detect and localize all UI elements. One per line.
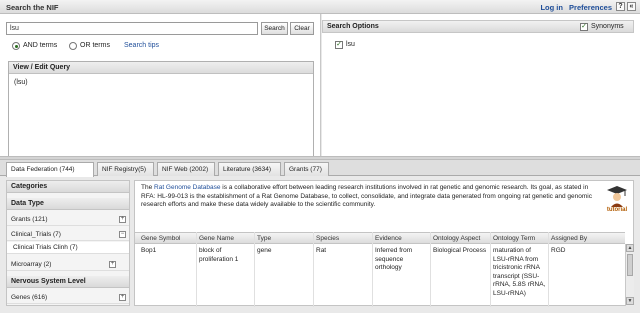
login-link[interactable]: Log in (540, 3, 563, 12)
cell-ontology-term: maturation of LSU-rRNA from tricistronic… (493, 247, 546, 297)
category-clinical-trials-sub-label: Clinical Trials Clinh (7) (13, 244, 78, 251)
result-tabs: Data Federation (744) NIF Registry(5) NI… (0, 160, 640, 177)
category-genes[interactable]: Genes (616) (7, 292, 129, 304)
source-description: The Rat Genome Database is a collaborati… (141, 184, 597, 210)
col-ontology-aspect[interactable]: Ontology Aspect (433, 235, 480, 242)
category-genes-label: Genes (616) (11, 294, 48, 301)
col-gene-name[interactable]: Gene Name (199, 235, 234, 242)
category-clinical-trials[interactable]: Clinical_Trials (7) (7, 229, 129, 241)
and-terms-label: AND terms (23, 42, 58, 49)
search-pane: lsu Search Clear AND terms OR terms Sear… (0, 14, 321, 163)
cell-assigned-by: RGD (551, 247, 566, 254)
category-grants[interactable]: Grants (121) (7, 214, 129, 226)
page-title: Search the NIF (6, 3, 59, 12)
term-label: lsu (346, 41, 355, 48)
nervous-system-heading: Nervous System Level (7, 276, 129, 288)
categories-title: Categories (7, 181, 129, 193)
tab-literature[interactable]: Literature (3634) (218, 162, 281, 176)
cell-species: Rat (316, 247, 327, 254)
or-terms-radio[interactable] (69, 42, 77, 50)
expand-icon[interactable]: + (119, 216, 126, 223)
column-divider (313, 232, 314, 307)
preferences-link[interactable]: Preferences (569, 3, 612, 12)
column-divider (254, 232, 255, 307)
help-icon[interactable]: ? (616, 2, 625, 11)
tab-data-federation[interactable]: Data Federation (744) (6, 162, 94, 177)
top-bar: Search the NIF Log in Preferences ? « (0, 0, 640, 14)
scroll-down-icon[interactable]: ▼ (626, 297, 634, 305)
view-edit-query-box: View / Edit Query (lsu) (8, 61, 314, 163)
category-clinical-trials-label: Clinical_Trials (7) (11, 231, 61, 238)
col-assigned-by[interactable]: Assigned By (551, 235, 587, 242)
categories-panel: Categories Data Type Grants (121) + Clin… (6, 180, 130, 306)
query-text[interactable]: (lsu) (14, 79, 28, 86)
tab-grants[interactable]: Grants (77) (284, 162, 329, 176)
tutorial-label: tutorial (606, 207, 628, 213)
tab-nif-registry[interactable]: NIF Registry(5) (97, 162, 154, 176)
results-panel: The Rat Genome Database is a collaborati… (134, 180, 634, 307)
collapse-icon[interactable]: « (627, 2, 636, 11)
col-evidence[interactable]: Evidence (375, 235, 402, 242)
expand-icon[interactable]: + (119, 294, 126, 301)
or-terms-label: OR terms (80, 42, 110, 49)
col-ontology-term[interactable]: Ontology Term (493, 235, 535, 242)
header-links: Log in Preferences (536, 3, 612, 12)
cell-type: gene (257, 247, 272, 254)
graduation-cap-icon (607, 186, 627, 207)
tab-nif-web[interactable]: NIF Web (2002) (157, 162, 215, 176)
col-gene-symbol[interactable]: Gene Symbol (141, 235, 180, 242)
search-options-title: Search Options (327, 23, 379, 30)
column-divider (372, 232, 373, 307)
synonyms-label: Synonyms (591, 23, 624, 30)
search-button[interactable]: Search (261, 22, 288, 35)
cell-ontology-aspect: Biological Process (433, 247, 487, 254)
synonyms-checkbox[interactable]: ✓ (580, 23, 588, 31)
category-grants-label: Grants (121) (11, 216, 48, 223)
column-divider (430, 232, 431, 307)
expand-icon[interactable]: + (109, 261, 116, 268)
clear-button[interactable]: Clear (290, 22, 314, 35)
term-checkbox[interactable]: ✓ (335, 41, 343, 49)
and-terms-radio[interactable] (12, 42, 20, 50)
tutorial-button[interactable]: tutorial (603, 183, 631, 215)
scroll-thumb[interactable] (627, 254, 633, 276)
category-microarray-label: Microarray (2) (11, 261, 52, 268)
cell-evidence: Inferred from sequence orthology (375, 247, 413, 271)
category-clinical-trials-sub[interactable]: Clinical Trials Clinh (7) (7, 242, 129, 254)
cell-gene-name: block of proliferation 1 (199, 247, 239, 263)
view-edit-query-title: View / Edit Query (9, 62, 313, 74)
results-table-header: Gene Symbol Gene Name Type Species Evide… (135, 232, 625, 244)
collapse-icon[interactable]: − (119, 231, 126, 238)
intro-prefix: The (141, 184, 155, 191)
column-divider (196, 232, 197, 307)
scroll-up-icon[interactable]: ▲ (626, 244, 634, 252)
col-species[interactable]: Species (316, 235, 339, 242)
cell-gene-symbol[interactable]: Bop1 (141, 247, 193, 256)
results-scrollbar[interactable]: ▲ ▼ (625, 244, 634, 306)
column-divider (490, 232, 491, 307)
data-type-heading: Data Type (7, 198, 129, 210)
search-options-pane: Search Options ✓ Synonyms ✓ lsu (322, 14, 640, 156)
search-input[interactable]: lsu (6, 22, 258, 35)
col-type[interactable]: Type (257, 235, 271, 242)
column-divider (548, 232, 549, 307)
search-tips-link[interactable]: Search tips (124, 42, 159, 49)
rat-genome-database-link[interactable]: Rat Genome Database (154, 184, 220, 191)
